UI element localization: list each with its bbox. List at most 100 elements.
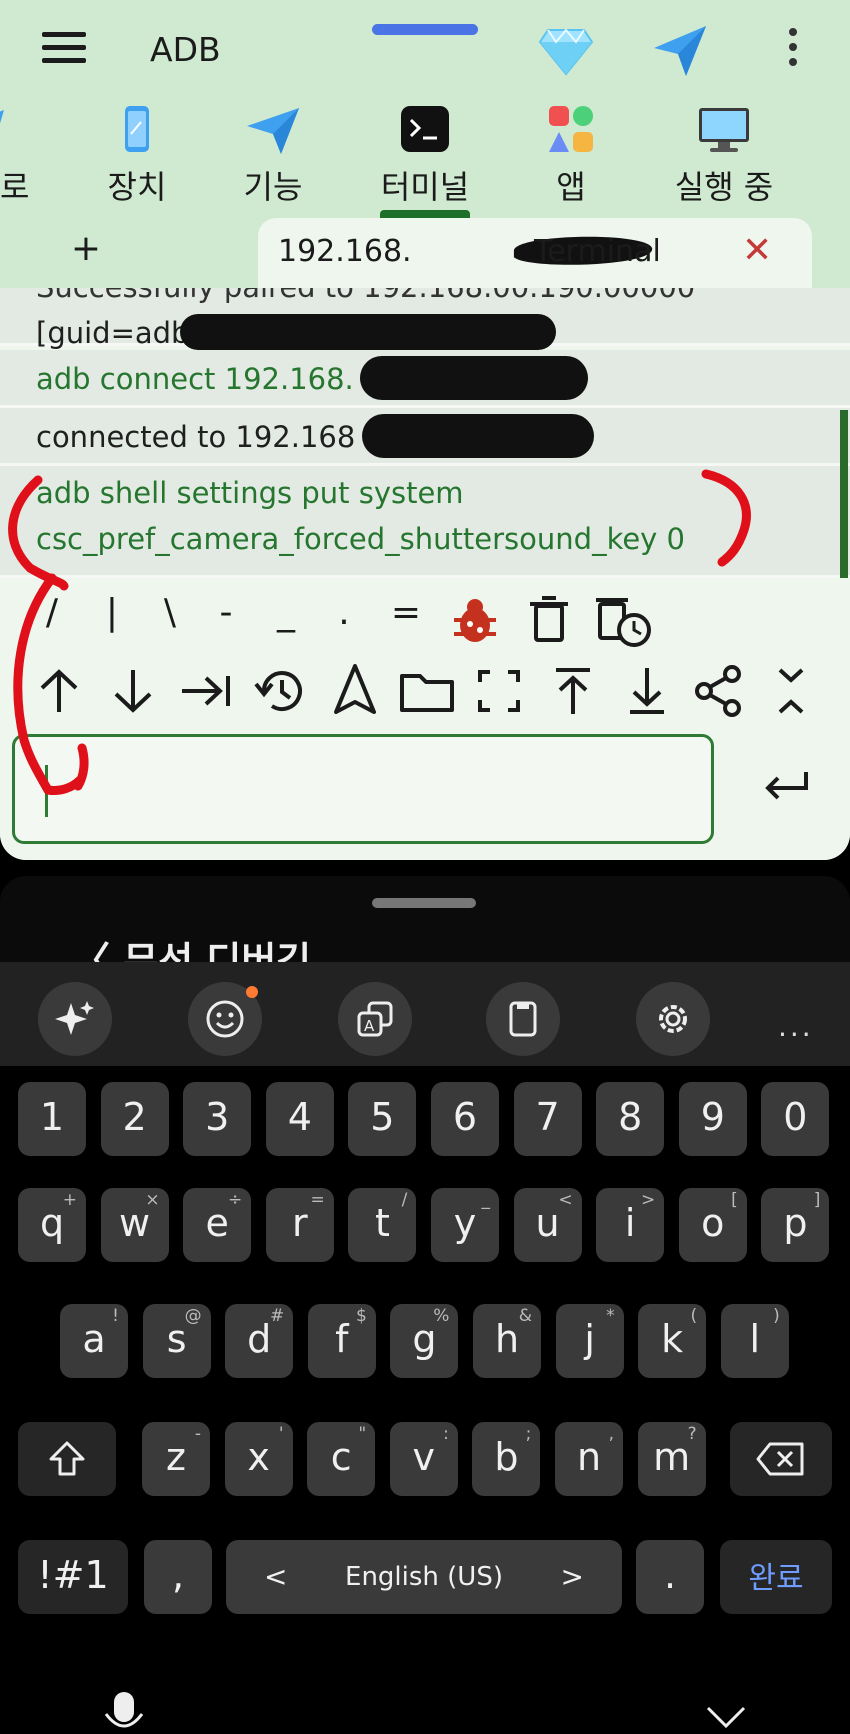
- enter-icon[interactable]: [760, 758, 814, 812]
- symbol-slash-button[interactable]: /: [28, 592, 76, 633]
- key-v[interactable]: v:: [389, 1422, 458, 1496]
- key-1[interactable]: 1: [18, 1082, 86, 1156]
- key-j[interactable]: j *: [555, 1304, 624, 1378]
- key-4[interactable]: 4: [265, 1082, 334, 1156]
- key-hint: >: [640, 1190, 656, 1210]
- clipboard-icon[interactable]: [486, 982, 560, 1056]
- key-e[interactable]: e ÷: [183, 1188, 252, 1262]
- key-d[interactable]: d #: [225, 1304, 294, 1378]
- symbol-period-button[interactable]: .: [320, 592, 368, 633]
- arrow-up-icon[interactable]: [32, 664, 86, 718]
- hide-keyboard-icon[interactable]: [706, 1706, 746, 1729]
- trash-icon[interactable]: [522, 592, 576, 646]
- key-u[interactable]: u <: [513, 1188, 582, 1262]
- bug-icon[interactable]: [448, 594, 502, 648]
- delete-schedule-icon[interactable]: [594, 590, 651, 647]
- key-r[interactable]: r =: [265, 1188, 334, 1262]
- key-z[interactable]: z-: [142, 1422, 210, 1496]
- key-g[interactable]: g%: [390, 1304, 459, 1378]
- key-k[interactable]: k(: [638, 1304, 707, 1378]
- key-8[interactable]: 8: [596, 1082, 665, 1156]
- log-line-text: adb shell settings put system: [36, 476, 464, 510]
- nav-label: 터미널: [380, 168, 470, 206]
- close-tab-icon[interactable]: ✕: [742, 230, 772, 271]
- symbol-equals-button[interactable]: =: [382, 592, 430, 633]
- paper-plane-icon: [245, 104, 301, 156]
- phone-icon: [109, 104, 165, 156]
- key-9[interactable]: 9: [678, 1082, 747, 1156]
- key-h[interactable]: h &: [473, 1304, 541, 1378]
- nav-item-terminal[interactable]: 터미널: [370, 100, 480, 228]
- key-i[interactable]: i >: [596, 1188, 665, 1262]
- more-vertical-icon[interactable]: [780, 28, 806, 72]
- symbols-key[interactable]: !#1: [18, 1540, 128, 1614]
- key-3[interactable]: 3: [183, 1082, 252, 1156]
- key-t[interactable]: t /: [348, 1188, 417, 1262]
- apps-grid-icon: [543, 104, 599, 156]
- add-tab-button[interactable]: +: [66, 228, 106, 269]
- key-6[interactable]: 6: [431, 1082, 499, 1156]
- key-b[interactable]: b;: [472, 1422, 541, 1496]
- emoji-icon[interactable]: [188, 982, 262, 1056]
- symbol-dash-button[interactable]: -: [202, 592, 250, 633]
- tab-icon[interactable]: [178, 664, 232, 718]
- keyboard: A ... 1 2 3 4 5 6 7 8 9 0 q + w × e ÷ r = t / y _ u < i > o[p] a! s @…: [0, 962, 850, 1734]
- nav-item-features[interactable]: 기능: [226, 100, 320, 228]
- hamburger-menu-icon[interactable]: [42, 32, 90, 72]
- key-5[interactable]: 5: [348, 1082, 417, 1156]
- key-2[interactable]: 2: [100, 1082, 169, 1156]
- key-n[interactable]: n,: [555, 1422, 623, 1496]
- key-p[interactable]: p]: [761, 1188, 830, 1262]
- done-key[interactable]: 완료: [720, 1540, 832, 1614]
- fullscreen-icon[interactable]: [472, 664, 526, 718]
- diamond-icon[interactable]: [538, 26, 594, 76]
- key-7[interactable]: 7: [513, 1082, 582, 1156]
- log-scrollbar[interactable]: [840, 410, 848, 578]
- arrow-down-icon[interactable]: [106, 664, 160, 718]
- scroll-top-icon[interactable]: [546, 664, 600, 718]
- symbol-underscore-button[interactable]: _: [262, 592, 310, 633]
- key-f[interactable]: f $: [307, 1304, 376, 1378]
- sparkle-icon[interactable]: [38, 982, 112, 1056]
- space-bar-key[interactable]: < English (US) >: [226, 1540, 622, 1614]
- microphone-icon[interactable]: [104, 1692, 144, 1728]
- gear-icon[interactable]: [636, 982, 710, 1056]
- more-horizontal-icon[interactable]: ...: [778, 1010, 814, 1043]
- command-input[interactable]: [12, 734, 714, 844]
- key-m[interactable]: m?: [637, 1422, 706, 1496]
- nav-item-devices[interactable]: 장치: [90, 100, 184, 228]
- navigate-icon[interactable]: [328, 662, 382, 716]
- symbol-backslash-button[interactable]: \: [146, 592, 194, 633]
- symbol-pipe-button[interactable]: |: [88, 592, 136, 633]
- key-s[interactable]: s @: [142, 1304, 211, 1378]
- history-icon[interactable]: [252, 662, 306, 716]
- shift-key[interactable]: [18, 1422, 116, 1496]
- key-comma[interactable]: ,: [144, 1540, 212, 1614]
- nav-item-0[interactable]: 로: [0, 100, 30, 228]
- collapse-icon[interactable]: [764, 664, 818, 718]
- key-c[interactable]: c ": [307, 1422, 376, 1496]
- share-icon[interactable]: [692, 664, 746, 718]
- key-a[interactable]: a!: [60, 1304, 128, 1378]
- scroll-bottom-icon[interactable]: [620, 664, 674, 718]
- window-drag-handle[interactable]: [372, 24, 478, 35]
- key-l[interactable]: l): [720, 1304, 789, 1378]
- terminal-tab[interactable]: 192.168. Terminal ✕: [258, 218, 812, 290]
- key-o[interactable]: o[: [678, 1188, 747, 1262]
- key-y[interactable]: y _: [431, 1188, 499, 1262]
- nav-item-running[interactable]: 실행 중: [664, 100, 784, 228]
- key-period[interactable]: .: [636, 1540, 704, 1614]
- nav-item-apps[interactable]: 앱: [524, 100, 618, 228]
- paper-plane-icon[interactable]: [650, 22, 710, 80]
- sheet-drag-handle[interactable]: [372, 898, 476, 908]
- key-x[interactable]: x ': [224, 1422, 293, 1496]
- backspace-key[interactable]: [730, 1422, 832, 1496]
- key-w[interactable]: w ×: [100, 1188, 169, 1262]
- key-q[interactable]: q +: [18, 1188, 86, 1262]
- key-hint: (: [690, 1306, 698, 1326]
- key-0[interactable]: 0: [761, 1082, 830, 1156]
- folder-icon[interactable]: [398, 664, 454, 718]
- language-next-icon: >: [560, 1560, 584, 1593]
- translate-icon[interactable]: A: [338, 982, 412, 1056]
- redaction-mark: [362, 414, 594, 458]
